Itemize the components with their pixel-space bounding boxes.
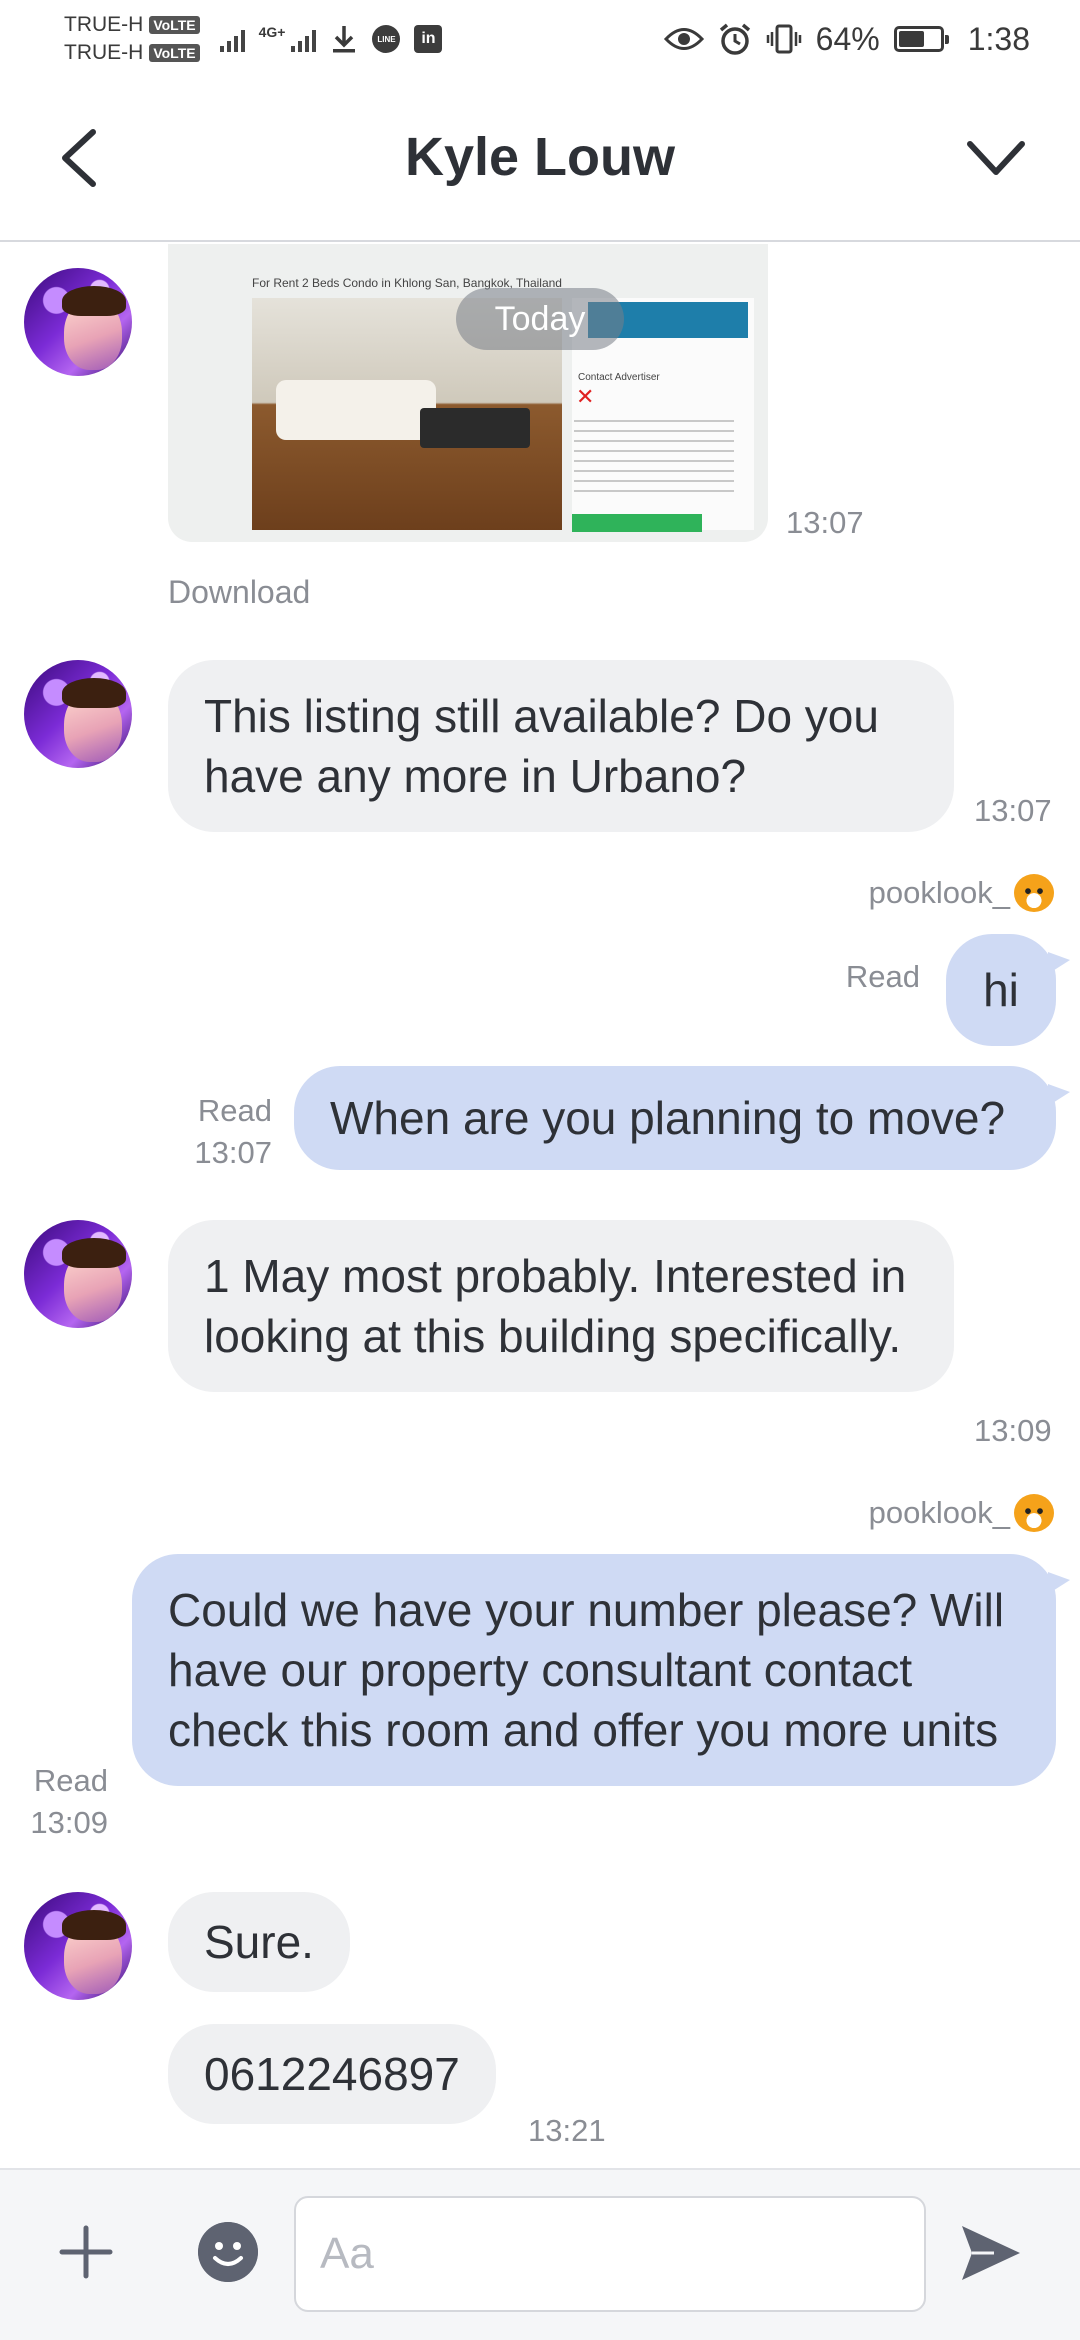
- message-time: 13:09: [30, 1805, 108, 1840]
- signal-icon: [219, 26, 245, 52]
- battery-icon: [893, 26, 949, 52]
- emoji-icon[interactable]: [198, 2222, 258, 2282]
- carrier-2: TRUE-H: [64, 41, 144, 64]
- status-left: TRUE-H VoLTE TRUE-H VoLTE 4G+ LINE in: [64, 11, 443, 67]
- battery-fill: [898, 31, 925, 47]
- message-bubble-outgoing[interactable]: Could we have your number please? Will h…: [132, 1554, 1070, 1786]
- send-icon[interactable]: [958, 2220, 1024, 2286]
- message-input[interactable]: [294, 2196, 926, 2312]
- read-receipt: Read: [845, 959, 920, 994]
- volte-badge-1: VoLTE: [149, 16, 200, 34]
- alarm-icon: [719, 23, 750, 55]
- eye-icon: [663, 28, 704, 50]
- vibrate-icon: [766, 24, 801, 54]
- message-bubble-incoming[interactable]: 1 May most probably. Interested in looki…: [168, 1220, 954, 1392]
- read-receipt: Read: [197, 1093, 272, 1128]
- image-attachment[interactable]: For Rent 2 Beds Condo in Khlong San, Ban…: [168, 244, 768, 542]
- carrier-info: TRUE-H VoLTE TRUE-H VoLTE: [64, 11, 200, 67]
- sender-label: pooklook_: [868, 875, 1010, 910]
- status-icons: 4G+ LINE in: [219, 24, 443, 54]
- listing-text-lines: [574, 420, 734, 500]
- message-bubble-outgoing[interactable]: hi: [946, 934, 1070, 1046]
- tiger-emoji-icon: [1014, 1494, 1054, 1532]
- message-time: 13:07: [194, 1135, 272, 1170]
- message-bubble-incoming[interactable]: Sure.: [168, 1892, 350, 1992]
- message-time: 13:21: [528, 2113, 606, 2148]
- message-list[interactable]: For Rent 2 Beds Condo in Khlong San, Ban…: [0, 244, 1080, 2168]
- sender-name: pooklook_: [869, 1494, 1054, 1532]
- linkedin-icon: in: [414, 25, 443, 53]
- signal-icon-2: [291, 26, 317, 52]
- battery-percent: 64%: [815, 20, 880, 57]
- contact-advertiser-label: Contact Advertiser: [578, 372, 660, 383]
- status-right: 64% 1:38: [663, 20, 1030, 58]
- message-bubble-incoming[interactable]: This listing still available? Do you hav…: [168, 660, 954, 832]
- message-bubble-outgoing[interactable]: When are you planning to move?: [294, 1066, 1070, 1170]
- avatar[interactable]: [24, 268, 132, 376]
- message-bubble-incoming[interactable]: 0612246897: [168, 2024, 496, 2124]
- status-bar: TRUE-H VoLTE TRUE-H VoLTE 4G+ LINE in 64…: [0, 0, 1080, 78]
- network-type: 4G+: [258, 24, 286, 40]
- message-time: 13:07: [786, 505, 864, 540]
- avatar[interactable]: [24, 1892, 132, 2000]
- contact-name[interactable]: Kyle Louw: [0, 126, 1080, 188]
- chevron-down-icon[interactable]: [964, 134, 1028, 184]
- tiger-emoji-icon: [1014, 874, 1054, 912]
- avatar[interactable]: [24, 1220, 132, 1328]
- read-receipt: Read: [33, 1763, 108, 1798]
- download-link[interactable]: Download: [168, 574, 310, 611]
- date-divider: Today: [456, 288, 624, 350]
- avatar[interactable]: [24, 660, 132, 768]
- carrier-1: TRUE-H: [64, 13, 144, 36]
- chat-header: Kyle Louw: [0, 78, 1080, 242]
- download-icon: [333, 26, 356, 53]
- close-icon: ✕: [576, 384, 595, 409]
- sender-name: pooklook_: [869, 874, 1054, 912]
- listing-send-button: [572, 514, 702, 532]
- message-time: 13:07: [974, 793, 1052, 828]
- composer-bar: [0, 2168, 1080, 2340]
- volte-badge-2: VoLTE: [149, 44, 200, 62]
- sender-label: pooklook_: [868, 1495, 1010, 1530]
- clock: 1:38: [967, 20, 1030, 57]
- message-time: 13:09: [974, 1413, 1052, 1448]
- plus-icon[interactable]: [56, 2222, 116, 2282]
- line-app-icon: LINE: [372, 25, 401, 53]
